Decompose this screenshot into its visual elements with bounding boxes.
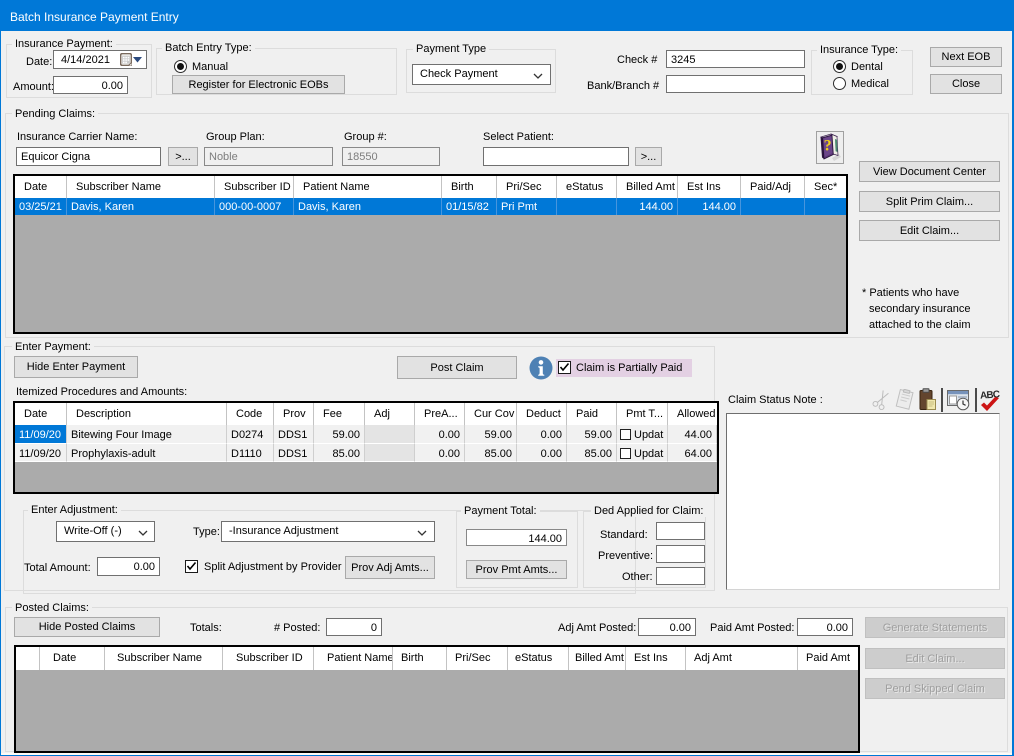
svg-text:?: ?: [824, 138, 832, 155]
